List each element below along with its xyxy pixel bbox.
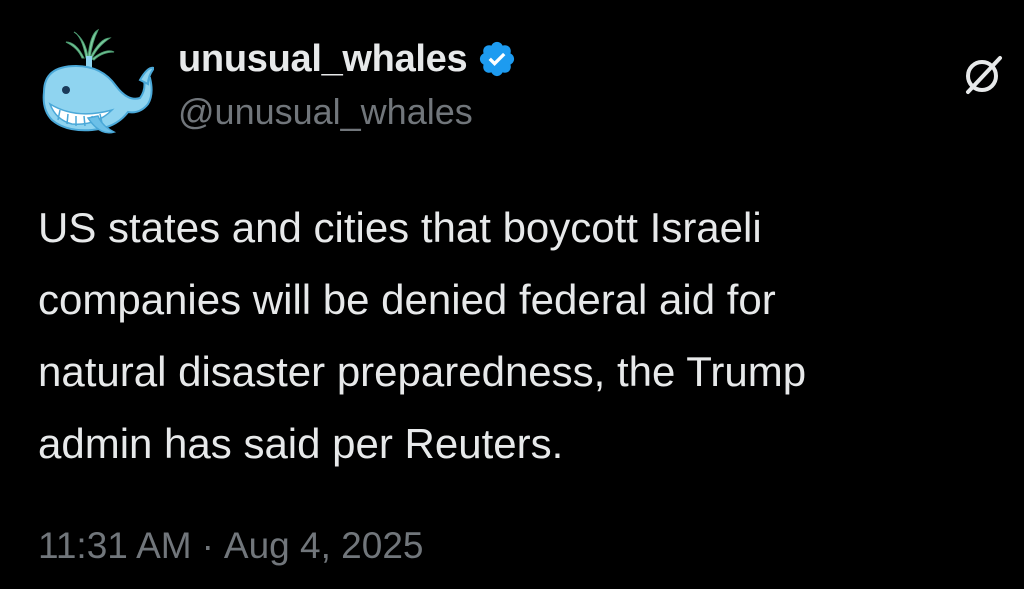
grok-icon[interactable] — [960, 50, 1008, 98]
post-text: US states and cities that boycott Israel… — [38, 204, 807, 467]
post-meta: 11:31 AM · Aug 4, 2025 — [38, 522, 423, 570]
post-date[interactable]: Aug 4, 2025 — [224, 522, 424, 570]
whale-logo-icon — [42, 28, 156, 134]
avatar[interactable] — [36, 28, 156, 136]
verified-badge-icon — [480, 41, 515, 77]
display-name[interactable]: unusual_whales — [178, 36, 468, 82]
author-row: unusual_whales — [178, 36, 517, 82]
tweet-card: unusual_whales @unusual_whales US states… — [0, 0, 1024, 589]
post-time[interactable]: 11:31 AM — [38, 522, 192, 570]
meta-separator: · — [201, 525, 214, 566]
author-handle[interactable]: @unusual_whales — [178, 90, 473, 134]
